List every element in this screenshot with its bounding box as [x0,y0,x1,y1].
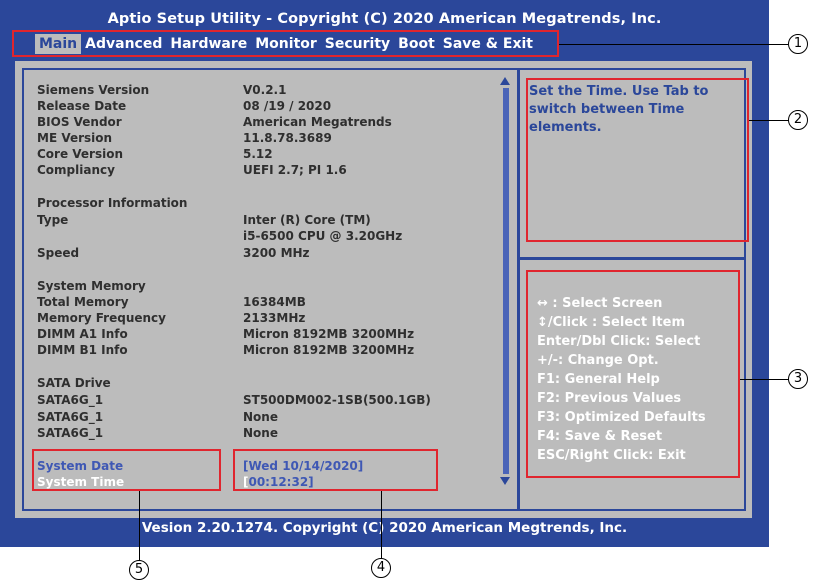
value-sata6g-1b: None [243,410,278,424]
value-cpu-model: i5-6500 CPU @ 3.20GHz [243,229,403,243]
label-dimm-b1: DIMM B1 Info [37,343,128,357]
window-title: Aptio Setup Utility - Copyright (C) 2020… [107,11,662,27]
label-total-memory: Total Memory [37,295,129,309]
label-sata6g-1a: SATA6G_1 [37,393,104,407]
horizontal-divider [517,257,746,260]
annotation-box-menu [12,30,559,57]
value-memory-frequency: 2133MHz [243,311,306,325]
value-sata6g-1a: ST500DM002-1SB(500.1GB) [243,393,431,407]
callout-5: 5 [129,560,149,580]
label-siemens-version: Siemens Version [37,83,150,97]
leader-line-4 [381,491,382,559]
label-bios-vendor: BIOS Vendor [37,115,122,129]
leader-line-2 [749,120,789,121]
annotation-box-help [526,78,749,242]
label-sata-drive: SATA Drive [37,376,111,390]
annotation-box-keys [526,270,740,478]
leader-line-1 [559,44,788,45]
label-processor-information: Processor Information [37,196,188,210]
label-type: Type [37,213,69,227]
value-core-version: 5.12 [243,147,273,161]
leader-line-5 [139,491,140,561]
callout-2: 2 [788,110,808,130]
value-total-memory: 16384MB [243,295,306,309]
value-release-date: 08 /19 / 2020 [243,99,332,113]
annotation-box-date-value [233,449,438,491]
value-speed: 3200 MHz [243,246,310,260]
label-sata6g-1b: SATA6G_1 [37,410,104,424]
value-dimm-b1: Micron 8192MB 3200MHz [243,343,415,357]
value-sata6g-1c: None [243,426,278,440]
label-core-version: Core Version [37,147,124,161]
annotation-box-date-label [32,449,221,491]
scroll-up-arrow-icon[interactable] [500,77,510,85]
label-system-memory: System Memory [37,279,146,293]
value-dimm-a1: Micron 8192MB 3200MHz [243,327,415,341]
callout-4: 4 [371,558,391,578]
label-sata6g-1c: SATA6G_1 [37,426,104,440]
value-type: Inter (R) Core (TM) [243,213,371,227]
callout-3: 3 [788,369,808,389]
label-memory-frequency: Memory Frequency [37,311,166,325]
label-release-date: Release Date [37,99,127,113]
label-speed: Speed [37,246,80,260]
scroll-down-arrow-icon[interactable] [500,477,510,485]
value-bios-vendor: American Megatrends [243,115,392,129]
label-compliancy: Compliancy [37,163,115,177]
scrollbar[interactable] [503,88,509,474]
leader-line-3 [740,379,789,380]
label-dimm-a1: DIMM A1 Info [37,327,128,341]
value-me-version: 11.8.78.3689 [243,131,332,145]
value-siemens-version: V0.2.1 [243,83,287,97]
value-compliancy: UEFI 2.7; PI 1.6 [243,163,347,177]
vertical-divider [517,68,520,511]
footer-copyright: Vesion 2.20.1274. Copyright (C) 2020 Ame… [141,520,628,536]
label-me-version: ME Version [37,131,113,145]
callout-1: 1 [788,34,808,54]
